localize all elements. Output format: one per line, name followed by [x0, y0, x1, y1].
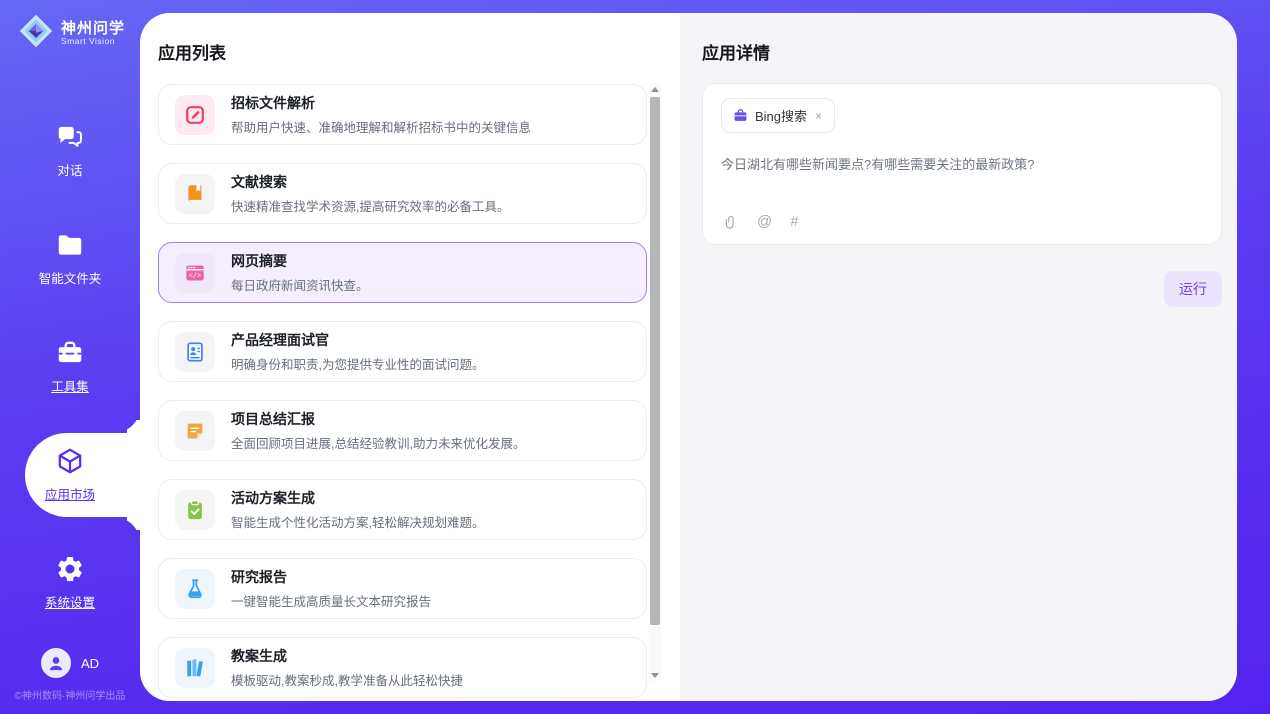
- app-description: 全面回顾项目进展,总结经验教训,助力未来优化发展。: [231, 433, 525, 452]
- bid-document-edit-icon: [175, 95, 215, 135]
- webpage-code-icon: </>: [175, 253, 215, 293]
- briefcase-tool-icon: [733, 108, 748, 123]
- app-name: 研究报告: [231, 567, 431, 587]
- sidebar-item-toolset[interactable]: 工具集: [0, 312, 140, 420]
- app-name: 活动方案生成: [231, 488, 484, 508]
- app-name: 招标文件解析: [231, 93, 531, 113]
- run-row: 运行: [1164, 271, 1222, 307]
- app-card[interactable]: 产品经理面试官 明确身份和职责,为您提供专业性的面试问题。: [158, 321, 647, 382]
- app-card[interactable]: 项目总结汇报 全面回顾项目进展,总结经验教训,助力未来优化发展。: [158, 400, 647, 461]
- tool-tag-bing-search[interactable]: Bing搜索 ×: [721, 98, 835, 133]
- sidebar-item-label: 系统设置: [45, 592, 95, 611]
- app-list: 招标文件解析 帮助用户快速、准确地理解和解析招标书中的关键信息 文献搜索 快速精…: [158, 84, 647, 701]
- app-description: 模板驱动,教案秒成,教学准备从此轻松快捷: [231, 670, 463, 689]
- app-detail-title: 应用详情: [702, 39, 770, 64]
- sidebar-item-label: 对话: [57, 160, 82, 179]
- app-logo: 神州问学 Smart Vision: [18, 13, 125, 54]
- svg-text:</>: </>: [189, 271, 201, 279]
- prompt-input[interactable]: 今日湖北有哪些新闻要点?有哪些需要关注的最新政策?: [721, 155, 1203, 175]
- sidebar-item-label: 工具集: [51, 376, 89, 395]
- plan-clipboard-icon: [175, 490, 215, 530]
- logo-subtitle: Smart Vision: [61, 37, 125, 46]
- app-description: 一键智能生成高质量长文本研究报告: [231, 591, 431, 610]
- main-content: 应用列表 招标文件解析 帮助用户快速、准确地理解和解析招标书中的关键信息 文献搜…: [140, 13, 1237, 701]
- gear-icon: [55, 554, 85, 584]
- summary-note-icon: [175, 411, 215, 451]
- app-name: 产品经理面试官: [231, 330, 484, 350]
- sidebar-nav: 对话 智能文件夹 工具集: [0, 96, 140, 636]
- folder-icon: [55, 230, 85, 260]
- app-description: 智能生成个性化活动方案,轻松解决规划难题。: [231, 512, 484, 531]
- app-description: 每日政府新闻资讯快查。: [231, 275, 369, 294]
- prompt-card: Bing搜索 × 今日湖北有哪些新闻要点?有哪些需要关注的最新政策? @ #: [702, 83, 1222, 245]
- app-card[interactable]: 活动方案生成 智能生成个性化活动方案,轻松解决规划难题。: [158, 479, 647, 540]
- sidebar-item-settings[interactable]: 系统设置: [0, 528, 140, 636]
- mention-icon[interactable]: @: [757, 213, 772, 230]
- app-description: 快速精准查找学术资源,提高研究效率的必备工具。: [231, 196, 509, 215]
- app-name: 项目总结汇报: [231, 409, 525, 429]
- run-button[interactable]: 运行: [1164, 271, 1222, 307]
- app-name: 文献搜索: [231, 172, 509, 192]
- app-card[interactable]: 文献搜索 快速精准查找学术资源,提高研究效率的必备工具。: [158, 163, 647, 224]
- cube-icon: [55, 446, 85, 476]
- sidebar-item-label: 智能文件夹: [39, 268, 102, 287]
- scrollbar-thumb[interactable]: [650, 97, 660, 625]
- topic-icon[interactable]: #: [790, 213, 798, 230]
- app-description: 帮助用户快速、准确地理解和解析招标书中的关键信息: [231, 117, 531, 136]
- logo-title: 神州问学: [61, 21, 125, 37]
- interviewer-resume-icon: [175, 332, 215, 372]
- app-detail-panel: 应用详情 Bing搜索 × 今日湖北有哪些新闻要点?有哪些需要关注的最新政策?: [680, 13, 1237, 701]
- copyright-text: ©神州数码·神州问学出品: [0, 687, 140, 702]
- sidebar-item-chat[interactable]: 对话: [0, 96, 140, 204]
- lesson-books-icon: [175, 648, 215, 688]
- toolbox-icon: [55, 338, 85, 368]
- app-card[interactable]: </> 网页摘要 每日政府新闻资讯快查。: [158, 242, 647, 303]
- app-card[interactable]: 研究报告 一键智能生成高质量长文本研究报告: [158, 558, 647, 619]
- user-account[interactable]: AD: [0, 648, 140, 678]
- app-list-scrollbar[interactable]: [649, 83, 661, 681]
- app-list-panel: 应用列表 招标文件解析 帮助用户快速、准确地理解和解析招标书中的关键信息 文献搜…: [140, 13, 680, 701]
- app-description: 明确身份和职责,为您提供专业性的面试问题。: [231, 354, 484, 373]
- research-flask-icon: [175, 569, 215, 609]
- logo-diamond-icon: [18, 13, 54, 54]
- sidebar: 神州问学 Smart Vision 对话 智能文件夹: [0, 0, 140, 714]
- sidebar-item-smart-folder[interactable]: 智能文件夹: [0, 204, 140, 312]
- tool-tag-label: Bing搜索: [755, 106, 807, 125]
- user-name: AD: [81, 656, 99, 671]
- sidebar-item-app-market[interactable]: 应用市场: [0, 420, 140, 528]
- literature-book-icon: [175, 174, 215, 214]
- scrollbar-down-arrow-icon[interactable]: [649, 669, 661, 681]
- app-list-title: 应用列表: [158, 39, 226, 64]
- app-card[interactable]: 招标文件解析 帮助用户快速、准确地理解和解析招标书中的关键信息: [158, 84, 647, 145]
- scrollbar-track[interactable]: [649, 95, 661, 669]
- app-name: 教案生成: [231, 646, 463, 666]
- user-avatar-icon: [41, 648, 71, 678]
- composer-toolbar: @ #: [723, 213, 799, 230]
- attachment-icon[interactable]: [723, 214, 739, 230]
- sidebar-item-label: 应用市场: [45, 484, 95, 503]
- chat-icon: [55, 122, 85, 152]
- app-name: 网页摘要: [231, 251, 369, 271]
- scrollbar-up-arrow-icon[interactable]: [649, 83, 661, 95]
- app-card[interactable]: 教案生成 模板驱动,教案秒成,教学准备从此轻松快捷: [158, 637, 647, 698]
- tag-close-icon[interactable]: ×: [814, 109, 823, 123]
